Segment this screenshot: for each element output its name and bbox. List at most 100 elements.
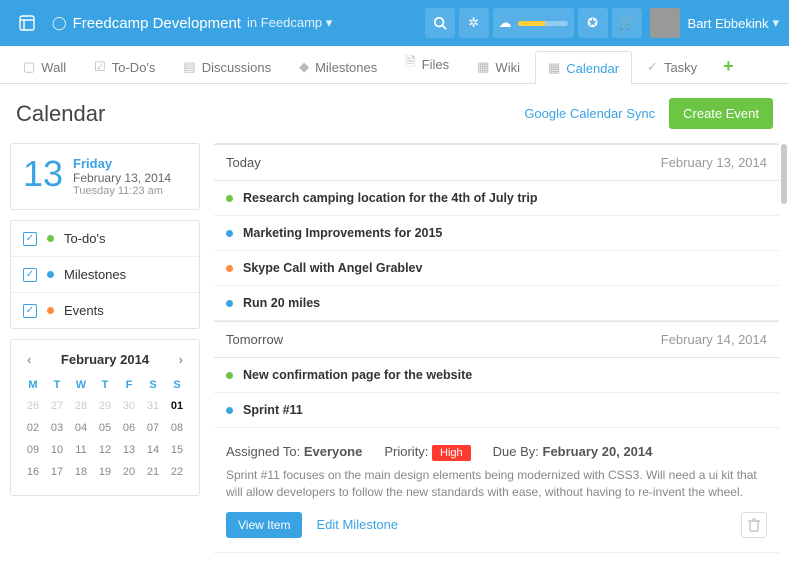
tab-milestones[interactable]: ◆Milestones — [286, 50, 390, 83]
user-menu[interactable]: Bart Ebbekink — [688, 16, 769, 31]
mini-cal-dow: T — [45, 375, 69, 395]
calendar-item[interactable]: Skype Call with Angel Grablev — [214, 251, 779, 286]
mini-cal-day[interactable]: 10 — [45, 439, 69, 461]
checkbox-icon: ✓ — [23, 268, 37, 282]
page-header: Calendar Google Calendar Sync Create Eve… — [0, 84, 789, 143]
section-head: TomorrowFebruary 14, 2014 — [214, 321, 779, 358]
mini-cal-day[interactable]: 30 — [117, 395, 141, 417]
project-group[interactable]: in Feedcamp ▾ — [247, 15, 332, 31]
mini-cal-day[interactable]: 03 — [45, 417, 69, 439]
tab-wiki[interactable]: ▦Wiki — [464, 50, 533, 83]
dot-icon — [226, 407, 233, 414]
today-date: February 13, 2014 — [73, 171, 171, 185]
google-calendar-sync-link[interactable]: Google Calendar Sync — [524, 106, 655, 121]
milestones-icon: ◆ — [299, 59, 309, 75]
mini-cal-next[interactable]: › — [175, 352, 187, 367]
create-event-button[interactable]: Create Event — [669, 98, 773, 129]
calendar-item[interactable]: Research camping location for the 4th of… — [214, 181, 779, 216]
dot-icon — [226, 265, 233, 272]
cloud-icon: ☁ — [499, 15, 512, 31]
project-name[interactable]: Freedcamp Development — [73, 15, 241, 32]
tasky-icon: ✓ — [647, 59, 658, 75]
calendar-icon: ▦ — [548, 60, 560, 76]
mini-cal-day[interactable]: 17 — [45, 461, 69, 483]
tab-tasky[interactable]: ✓Tasky — [634, 50, 710, 83]
calendar-item[interactable]: Run 20 miles — [214, 286, 779, 321]
mini-cal-day[interactable]: 14 — [141, 439, 165, 461]
topbar: ◯ Freedcamp Development in Feedcamp ▾ ✲ … — [0, 0, 789, 46]
settings-icon[interactable]: ✲ — [459, 8, 489, 38]
mini-cal-day[interactable]: 13 — [117, 439, 141, 461]
priority-badge: High — [432, 445, 471, 461]
tab-files[interactable]: 🗎Files — [392, 44, 462, 83]
mini-cal-day[interactable]: 11 — [69, 439, 93, 461]
mini-cal-day[interactable]: 06 — [117, 417, 141, 439]
mini-cal-day[interactable]: 20 — [117, 461, 141, 483]
mini-cal-day[interactable]: 12 — [93, 439, 117, 461]
mini-cal-day[interactable]: 28 — [69, 395, 93, 417]
today-card: 13 Friday February 13, 2014 Tuesday 11:2… — [10, 143, 200, 210]
avatar[interactable] — [650, 8, 680, 38]
mini-cal-day[interactable]: 04 — [69, 417, 93, 439]
mini-cal-dow: S — [165, 375, 189, 395]
storage-progress[interactable]: ☁ — [493, 8, 574, 38]
section-head: TodayFebruary 13, 2014 — [214, 144, 779, 181]
delete-button[interactable] — [741, 512, 767, 538]
app-menu-icon[interactable] — [10, 6, 44, 40]
project-tabs: ▢Wall☑To-Do's▤Discussions◆Milestones🗎Fil… — [0, 46, 789, 84]
mini-cal-day[interactable]: 08 — [165, 417, 189, 439]
checkbox-icon: ✓ — [23, 304, 37, 318]
filter-blue[interactable]: ✓Milestones — [11, 256, 199, 292]
filter-green[interactable]: ✓To-do's — [11, 221, 199, 256]
mini-cal-day[interactable]: 09 — [21, 439, 45, 461]
add-tab-button[interactable]: + — [712, 49, 745, 83]
filter-orange[interactable]: ✓Events — [11, 292, 199, 328]
today-time: Tuesday 11:23 am — [73, 185, 171, 197]
mini-cal-day[interactable]: 22 — [165, 461, 189, 483]
mini-cal-day[interactable]: 01 — [165, 395, 189, 417]
mini-cal-day[interactable]: 15 — [165, 439, 189, 461]
mini-cal-day[interactable]: 02 — [21, 417, 45, 439]
scrollbar[interactable] — [781, 144, 787, 204]
mini-cal-title: February 2014 — [61, 352, 149, 367]
todos-icon: ☑ — [94, 59, 106, 75]
tab-calendar[interactable]: ▦Calendar — [535, 51, 632, 84]
mini-cal-day[interactable]: 19 — [93, 461, 117, 483]
mini-cal-day[interactable]: 18 — [69, 461, 93, 483]
tab-todos[interactable]: ☑To-Do's — [81, 50, 168, 83]
today-day-name: Friday — [73, 156, 171, 171]
tab-discussions[interactable]: ▤Discussions — [170, 50, 284, 83]
calendar-item[interactable]: New confirmation page for the website — [214, 358, 779, 393]
discussions-icon: ▤ — [183, 59, 195, 75]
mini-cal-day[interactable]: 27 — [45, 395, 69, 417]
mini-cal-day[interactable]: 07 — [141, 417, 165, 439]
mini-cal-day[interactable]: 31 — [141, 395, 165, 417]
mini-cal-dow: W — [69, 375, 93, 395]
dot-icon — [47, 271, 54, 278]
help-icon[interactable]: ✪ — [578, 8, 608, 38]
chevron-down-icon: ▾ — [772, 15, 779, 31]
calendar-item[interactable]: Sprint #11 — [214, 393, 779, 428]
mini-cal-dow: T — [93, 375, 117, 395]
mini-cal-day[interactable]: 29 — [93, 395, 117, 417]
dot-icon — [226, 195, 233, 202]
mini-cal-dow: S — [141, 375, 165, 395]
mini-cal-day[interactable]: 05 — [93, 417, 117, 439]
edit-milestone-link[interactable]: Edit Milestone — [316, 517, 398, 532]
mini-cal-day[interactable]: 21 — [141, 461, 165, 483]
mini-cal-day[interactable]: 26 — [21, 395, 45, 417]
mini-cal-prev[interactable]: ‹ — [23, 352, 35, 367]
view-item-button[interactable]: View Item — [226, 512, 302, 538]
checkbox-icon: ✓ — [23, 232, 37, 246]
mini-cal-day[interactable]: 16 — [21, 461, 45, 483]
calendar-item-detail: Assigned To: EveryonePriority: HighDue B… — [214, 428, 779, 553]
filter-list: ✓To-do's✓Milestones✓Events — [10, 220, 200, 329]
dot-icon — [47, 307, 54, 314]
files-icon: 🗎 — [405, 53, 415, 75]
item-description: Sprint #11 focuses on the main design el… — [226, 467, 767, 502]
mini-cal-dow: F — [117, 375, 141, 395]
calendar-item[interactable]: Marketing Improvements for 2015 — [214, 216, 779, 251]
tab-wall[interactable]: ▢Wall — [10, 50, 79, 83]
search-button[interactable] — [425, 8, 455, 38]
cart-icon[interactable]: 🛒 — [612, 8, 642, 38]
